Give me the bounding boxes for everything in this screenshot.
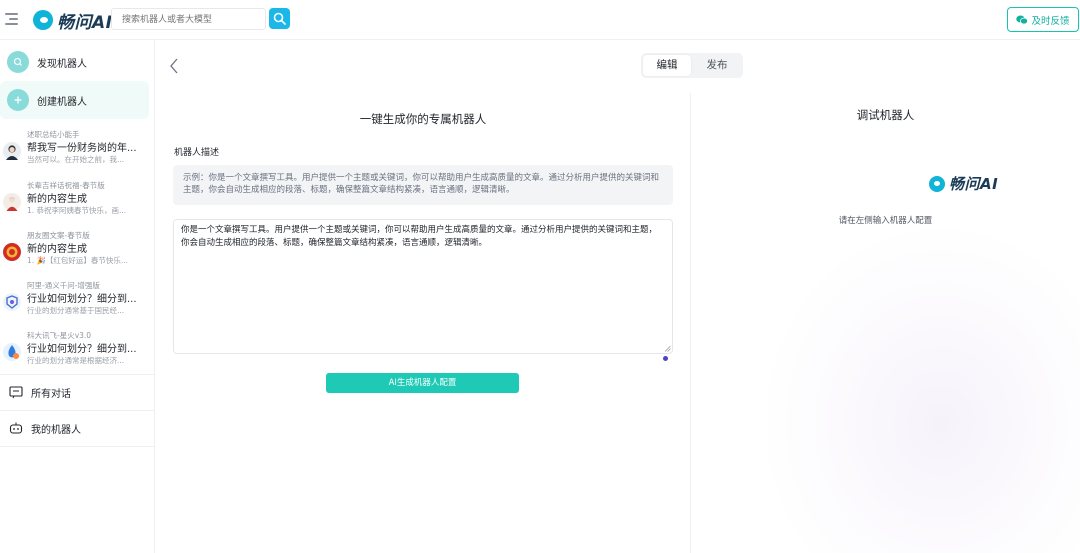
brand-logo-icon [33,10,53,30]
wechat-icon [1016,15,1029,24]
generator-panel: 一键生成你的专属机器人 机器人描述 示例：你是一个文章撰写工具。用户提供一个主题… [157,97,689,553]
avatar [3,343,21,361]
ai-generate-button[interactable]: AI生成机器人配置 [326,373,519,393]
conversation-title: 行业如何划分？细分到... [27,294,137,305]
avatar [3,293,21,311]
generator-title: 一键生成你的专属机器人 [359,112,487,126]
sidebar-item-label: 我的机器人 [31,424,81,436]
sidebar-item-label: 发现机器人 [37,58,87,70]
example-text: 示例：你是一个文章撰写工具。用户提供一个主题或关键词，你可以帮助用户生成高质量的… [173,165,673,205]
feedback-button[interactable]: 及时反馈 [1007,7,1079,32]
resize-handle-icon[interactable] [664,345,671,352]
avatar [3,142,21,160]
debug-panel: 调试机器人 畅问AI 请在左侧输入机器人配置 [691,93,1080,553]
conversation-preview: 行业的划分通常是根据经济... [27,356,125,365]
back-arrow-icon[interactable] [168,57,180,75]
textarea-value: 你是一个文章撰写工具。用户提供一个主题或关键词，你可以帮助用户生成高质量的文章。… [181,225,658,248]
conversation-title: 新的内容生成 [27,194,87,205]
sidebar-item-all-conversations[interactable]: 所有对话 [0,375,155,409]
conversation-item[interactable]: 长辈吉祥话祝福-春节版 新的内容生成 1. 恭祝李阿姨春节快乐，画... [0,180,150,230]
conversation-preview: 行业的划分通常基于国民经... [27,306,125,315]
conversation-preview: 1. 🎉【红包好运】春节快乐... [27,256,129,265]
conversation-item[interactable]: 朋友圈文案-春节版 新的内容生成 1. 🎉【红包好运】春节快乐... [0,230,150,280]
sidebar: 发现机器人 创建机器人 述职总结小能手 帮我写一份财务岗的年... 当然可以。在… [0,40,155,553]
debug-brand-logo: 畅问AI [929,173,998,194]
mode-tabs: 编辑 发布 [641,53,743,78]
tab-edit[interactable]: 编辑 [643,55,691,76]
conversation-item[interactable]: 科大讯飞-星火v3.0 行业如何划分？细分到... 行业的划分通常是根据经济..… [0,330,150,380]
sidebar-item-label: 创建机器人 [37,96,87,108]
conversation-title: 行业如何划分？细分到... [27,344,137,355]
menu-toggle-icon[interactable] [5,13,18,25]
top-header: 畅问AI 及时反馈 [0,0,1080,40]
description-textarea[interactable]: 你是一个文章撰写工具。用户提供一个主题或关键词，你可以帮助用户生成高质量的文章。… [173,219,673,354]
search-button[interactable] [269,8,290,29]
sidebar-item-discover[interactable]: 发现机器人 [0,43,149,81]
status-dot [663,356,668,361]
debug-hint: 请在左侧输入机器人配置 [838,216,933,226]
search-icon [273,12,286,25]
conversation-preview: 1. 恭祝李阿姨春节快乐，画... [27,206,127,215]
conversation-title: 新的内容生成 [27,244,87,255]
chat-icon [9,386,23,399]
feedback-label: 及时反馈 [1031,15,1070,27]
conversation-item[interactable]: 阿里-通义千问-增强版 行业如何划分？细分到... 行业的划分通常基于国民经..… [0,280,150,330]
brand-logo-icon [929,175,945,192]
tab-publish[interactable]: 发布 [693,55,741,76]
brand-name: 畅问AI [949,175,999,193]
conversation-preview: 当然可以。在开始之前，我... [27,155,125,164]
sidebar-item-create[interactable]: 创建机器人 [0,81,149,119]
robot-icon [9,422,23,434]
search-input[interactable] [111,8,266,30]
description-label: 机器人描述 [174,148,220,158]
conversation-item[interactable]: 述职总结小能手 帮我写一份财务岗的年... 当然可以。在开始之前，我... [0,129,150,179]
sidebar-item-label: 所有对话 [31,388,71,400]
brand-name: 畅问AI [57,12,113,33]
sidebar-item-my-bots[interactable]: 我的机器人 [0,411,155,445]
avatar [3,243,21,261]
plus-icon [7,89,29,111]
discover-icon [7,51,29,73]
divider [0,446,155,447]
avatar [3,193,21,211]
debug-title: 调试机器人 [856,108,915,122]
brand-logo[interactable]: 畅问AI [33,8,113,33]
conversation-title: 帮我写一份财务岗的年... [27,143,137,154]
